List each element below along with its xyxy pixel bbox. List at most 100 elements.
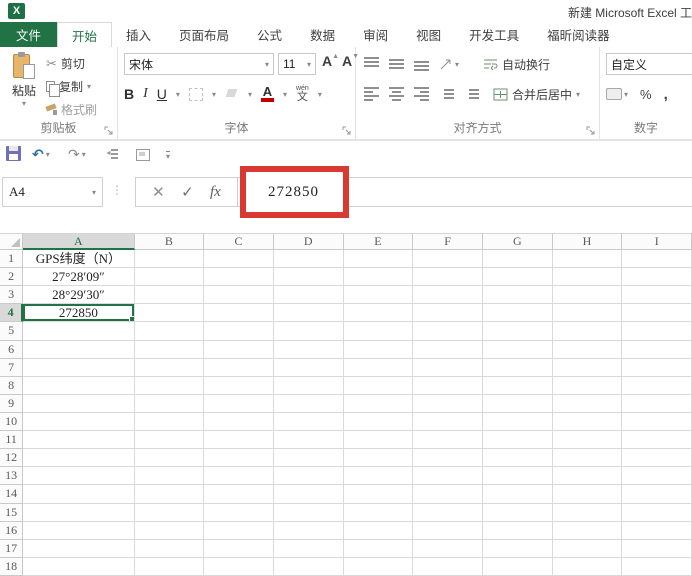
comma-style-button[interactable]: , [664, 86, 668, 103]
column-header-C[interactable]: C [204, 233, 274, 250]
cell-C9[interactable] [204, 394, 274, 413]
cell-I12[interactable] [622, 449, 692, 468]
redo-dropdown-icon[interactable]: ▾ [82, 150, 86, 159]
row-header-12[interactable]: 12 [0, 449, 24, 468]
cell-B6[interactable] [134, 340, 205, 359]
cell-E6[interactable] [343, 340, 414, 359]
cell-D4[interactable] [273, 304, 344, 323]
cell-I1[interactable] [622, 250, 692, 269]
cell-D15[interactable] [273, 503, 344, 522]
redo-button[interactable]: ↷ ▾ [68, 146, 86, 163]
fill-color-icon[interactable] [225, 89, 239, 99]
bold-button[interactable]: B [124, 86, 134, 102]
tab-review[interactable]: 审阅 [349, 22, 402, 47]
toolbar-extra-button-2[interactable] [136, 149, 150, 161]
tab-developer[interactable]: 开发工具 [455, 22, 533, 47]
cell-F17[interactable] [413, 539, 483, 558]
increase-indent-icon[interactable] [464, 87, 479, 101]
column-header-E[interactable]: E [343, 233, 414, 250]
number-format-combo[interactable]: 自定义 [606, 53, 692, 75]
cell-C4[interactable] [204, 304, 274, 323]
tab-insert[interactable]: 插入 [112, 22, 165, 47]
cell-G13[interactable] [482, 467, 553, 486]
cell-F2[interactable] [413, 268, 483, 287]
cell-C2[interactable] [204, 268, 274, 287]
decrease-indent-icon[interactable] [439, 87, 454, 101]
cell-D13[interactable] [273, 467, 344, 486]
paste-dropdown-icon[interactable]: ▾ [22, 99, 26, 108]
grow-font-button[interactable]: A▲ [322, 53, 339, 69]
cell-I17[interactable] [622, 539, 692, 558]
tab-data[interactable]: 数据 [296, 22, 349, 47]
cell-A13[interactable] [23, 467, 135, 486]
cell-H16[interactable] [552, 521, 623, 540]
tab-foxit-reader[interactable]: 福昕阅读器 [533, 22, 624, 47]
accounting-format-button[interactable]: ▾ [606, 88, 628, 100]
row-header-7[interactable]: 7 [0, 358, 24, 377]
cell-B8[interactable] [134, 376, 205, 395]
cell-C16[interactable] [204, 521, 274, 540]
cell-G9[interactable] [482, 394, 553, 413]
cell-G18[interactable] [482, 557, 553, 576]
cell-D11[interactable] [273, 431, 344, 450]
cell-G10[interactable] [482, 412, 553, 432]
cell-B2[interactable] [134, 268, 205, 287]
cell-G8[interactable] [482, 376, 553, 395]
orientation-button[interactable]: ▾ [439, 58, 459, 71]
cell-F18[interactable] [413, 557, 483, 576]
cell-G3[interactable] [482, 286, 553, 305]
cell-B9[interactable] [134, 394, 205, 413]
cell-C5[interactable] [204, 322, 274, 341]
format-painter-button[interactable]: 格式刷 [46, 101, 97, 118]
insert-function-icon[interactable]: fx [210, 184, 221, 201]
cell-E13[interactable] [343, 467, 414, 486]
align-center-icon[interactable] [389, 87, 404, 101]
cell-A6[interactable] [23, 340, 135, 359]
column-header-H[interactable]: H [552, 233, 623, 250]
underline-button[interactable]: U [157, 86, 167, 102]
cell-D5[interactable] [273, 322, 344, 341]
row-header-4[interactable]: 4 [0, 304, 24, 323]
cell-H5[interactable] [552, 322, 623, 341]
cell-C14[interactable] [204, 485, 274, 504]
borders-dropdown-icon[interactable]: ▾ [212, 90, 216, 99]
cell-A1[interactable]: GPS纬度（N） [23, 250, 135, 269]
cell-G7[interactable] [482, 358, 553, 377]
column-header-F[interactable]: F [413, 233, 483, 250]
row-header-1[interactable]: 1 [0, 250, 24, 269]
cell-C7[interactable] [204, 358, 274, 377]
cell-G15[interactable] [482, 503, 553, 522]
cell-I8[interactable] [622, 376, 692, 395]
cell-H6[interactable] [552, 340, 623, 359]
cell-A11[interactable] [23, 431, 135, 450]
cell-D10[interactable] [273, 412, 344, 432]
cell-F3[interactable] [413, 286, 483, 305]
select-all-corner[interactable] [0, 233, 24, 250]
cell-E9[interactable] [343, 394, 414, 413]
cell-H11[interactable] [552, 431, 623, 450]
tab-formulas[interactable]: 公式 [243, 22, 296, 47]
cell-F1[interactable] [413, 250, 483, 269]
cell-G17[interactable] [482, 539, 553, 558]
row-header-15[interactable]: 15 [0, 503, 24, 522]
cell-B15[interactable] [134, 503, 205, 522]
cell-H7[interactable] [552, 358, 623, 377]
row-header-14[interactable]: 14 [0, 485, 24, 504]
cell-I5[interactable] [622, 322, 692, 341]
align-top-icon[interactable] [364, 57, 379, 71]
column-header-D[interactable]: D [273, 233, 344, 250]
row-header-16[interactable]: 16 [0, 521, 24, 540]
cell-E18[interactable] [343, 557, 414, 576]
cell-D6[interactable] [273, 340, 344, 359]
cell-D7[interactable] [273, 358, 344, 377]
undo-button[interactable]: ↶ ▾ [32, 146, 50, 163]
cell-E10[interactable] [343, 412, 414, 432]
cell-A18[interactable] [23, 557, 135, 576]
clipboard-dialog-launcher-icon[interactable] [104, 126, 113, 135]
merge-center-button[interactable]: 合并后居中 ▾ [493, 86, 580, 103]
cell-H4[interactable] [552, 304, 623, 323]
cell-H14[interactable] [552, 485, 623, 504]
cell-F8[interactable] [413, 376, 483, 395]
cell-G11[interactable] [482, 431, 553, 450]
cell-F9[interactable] [413, 394, 483, 413]
